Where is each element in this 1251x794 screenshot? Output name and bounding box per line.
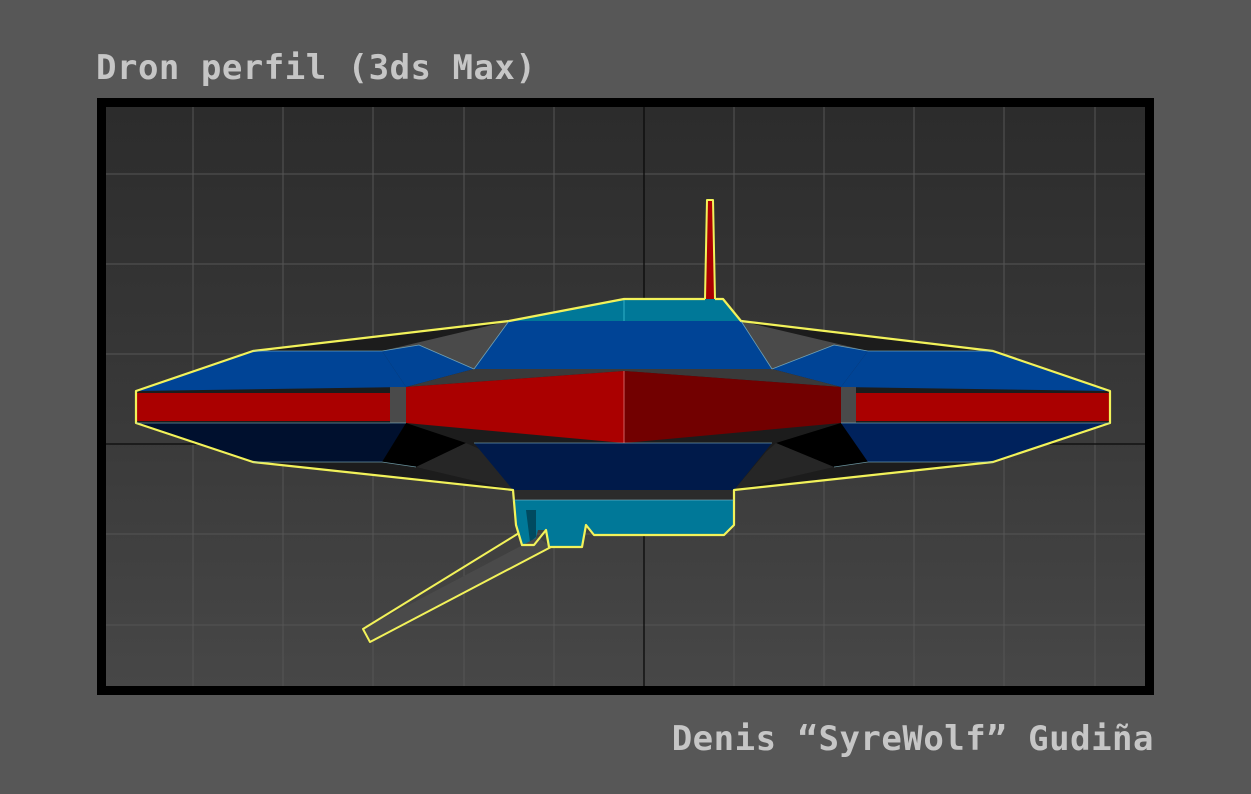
upper-dome-cap [509,299,741,321]
viewport-scene [106,107,1145,686]
right-stripe-gap [841,387,856,423]
lower-hull-trim [513,490,734,500]
left-red-stripe [136,393,390,421]
right-wing-upper-outer [841,351,1110,391]
left-wing-upper-outer [136,351,406,391]
author-credit: Denis “SyreWolf” Gudiña [671,719,1154,759]
left-wing-lower-outer [136,423,406,462]
drone-model[interactable] [134,199,1112,643]
upper-dome-panel [474,321,772,369]
right-red-stripe [856,393,1110,421]
left-stripe-gap [390,387,406,423]
lower-hull-panel [474,443,772,490]
viewport-canvas[interactable] [106,107,1145,686]
viewport-frame [97,98,1154,695]
ventral-pod-left [513,500,586,547]
ventral-pod-right [586,500,734,535]
page-title: Dron perfil (3ds Max) [96,48,537,88]
rear-antenna [363,537,551,642]
right-wing-lower-outer [841,423,1110,462]
